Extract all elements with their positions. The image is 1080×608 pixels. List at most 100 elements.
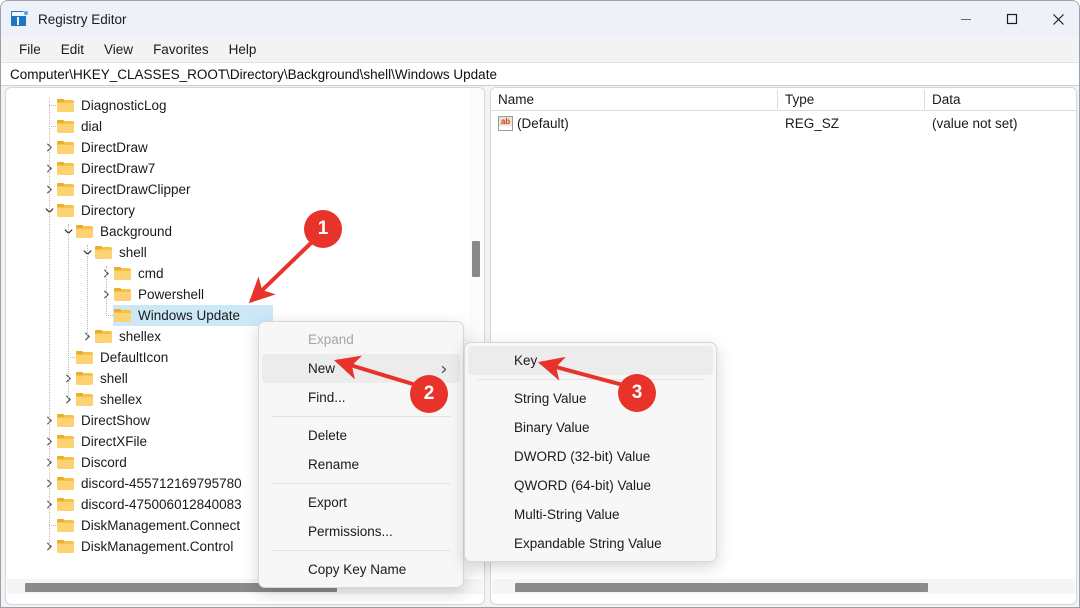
menu-edit[interactable]: Edit bbox=[51, 40, 94, 59]
menu-item-label: Key bbox=[514, 353, 538, 368]
menu-item-qword-64-bit-value[interactable]: QWORD (64-bit) Value bbox=[468, 471, 713, 500]
menu-item-label: Multi-String Value bbox=[514, 507, 620, 522]
folder-icon bbox=[57, 119, 75, 134]
folder-icon bbox=[57, 497, 75, 512]
folder-icon bbox=[57, 182, 75, 197]
minimize-button[interactable] bbox=[943, 1, 989, 37]
tree-item-label: dial bbox=[81, 119, 103, 134]
tree-guide-stub bbox=[49, 126, 56, 127]
menu-item-expandable-string-value[interactable]: Expandable String Value bbox=[468, 529, 713, 558]
menu-view[interactable]: View bbox=[94, 40, 143, 59]
menu-item-binary-value[interactable]: Binary Value bbox=[468, 413, 713, 442]
tree-guide-stub bbox=[68, 357, 75, 358]
menu-separator bbox=[477, 379, 704, 380]
folder-icon bbox=[95, 329, 113, 344]
folder-icon bbox=[76, 371, 94, 386]
folder-icon bbox=[57, 539, 75, 554]
tree-item-label: cmd bbox=[138, 266, 164, 281]
menu-item-label: String Value bbox=[514, 391, 587, 406]
new-submenu[interactable]: Key String Value Binary Value DWORD (32-bit… bbox=[464, 342, 717, 562]
menu-item-label: Permissions... bbox=[308, 524, 393, 539]
folder-icon bbox=[57, 476, 75, 491]
menu-item-multi-string-value[interactable]: Multi-String Value bbox=[468, 500, 713, 529]
string-value-icon: ab bbox=[498, 115, 513, 131]
tree-item-directdrawclipper[interactable]: DirectDrawClipper bbox=[6, 179, 466, 200]
maximize-icon bbox=[1006, 13, 1018, 25]
menu-item-label: Find... bbox=[308, 390, 346, 405]
menu-help[interactable]: Help bbox=[219, 40, 267, 59]
menu-item-label: Binary Value bbox=[514, 420, 590, 435]
tree-guide-stub bbox=[106, 315, 113, 316]
close-button[interactable] bbox=[1035, 1, 1079, 37]
column-header-data[interactable]: Data bbox=[925, 88, 1076, 111]
tree-item-label: DiskManagement.Connect bbox=[81, 518, 241, 533]
context-menu[interactable]: Expand New Find... Delete Rename Export Permis… bbox=[258, 321, 464, 588]
values-horizontal-scrollbar[interactable] bbox=[492, 579, 1075, 594]
tree-item-label: DefaultIcon bbox=[100, 350, 169, 365]
tree-item-label: DirectDraw7 bbox=[81, 161, 156, 176]
tree-item-directdraw7[interactable]: DirectDraw7 bbox=[6, 158, 466, 179]
folder-icon bbox=[114, 308, 132, 323]
menu-item-string-value[interactable]: String Value bbox=[468, 384, 713, 413]
folder-icon bbox=[114, 266, 132, 281]
tree-vscroll-thumb[interactable] bbox=[472, 241, 480, 277]
menu-item-delete[interactable]: Delete bbox=[262, 421, 460, 450]
tree-item-directory[interactable]: Directory bbox=[6, 200, 466, 221]
tree-item-label: discord-475006012840083 bbox=[81, 497, 242, 512]
menu-item-label: Rename bbox=[308, 457, 360, 472]
tree-item-powershell[interactable]: Powershell bbox=[6, 284, 466, 305]
tree-item-label: DiagnosticLog bbox=[81, 98, 167, 113]
folder-icon bbox=[95, 245, 113, 260]
minimize-icon bbox=[961, 19, 971, 20]
column-header-type[interactable]: Type bbox=[778, 88, 924, 111]
tree-item-label: DirectDraw bbox=[81, 140, 148, 155]
menu-item-rename[interactable]: Rename bbox=[262, 450, 460, 479]
table-row[interactable]: ab (Default) REG_SZ (value not set) bbox=[491, 111, 1076, 135]
maximize-button[interactable] bbox=[989, 1, 1035, 37]
menu-item-key[interactable]: Key bbox=[468, 346, 713, 375]
folder-icon bbox=[57, 434, 75, 449]
address-bar[interactable]: Computer\HKEY_CLASSES_ROOT\Directory\Bac… bbox=[1, 62, 1079, 86]
menu-item-copy-key-name[interactable]: Copy Key Name bbox=[262, 555, 460, 584]
tree-guide-stub bbox=[49, 105, 56, 106]
value-data-cell: (value not set) bbox=[932, 115, 1018, 131]
menu-item-label: Copy Key Name bbox=[308, 562, 407, 577]
title-bar: Registry Editor bbox=[1, 1, 1079, 37]
folder-icon bbox=[57, 140, 75, 155]
menu-item-label: QWORD (64-bit) Value bbox=[514, 478, 652, 493]
folder-icon bbox=[76, 224, 94, 239]
menu-file[interactable]: File bbox=[9, 40, 51, 59]
tree-item-diagnosticlog[interactable]: DiagnosticLog bbox=[6, 95, 466, 116]
column-header-name[interactable]: Name bbox=[491, 88, 777, 111]
window-title: Registry Editor bbox=[38, 11, 127, 27]
menu-favorites[interactable]: Favorites bbox=[143, 40, 219, 59]
tree-guide-line bbox=[87, 245, 88, 337]
tree-item-shell[interactable]: shell bbox=[6, 242, 466, 263]
value-type-cell: REG_SZ bbox=[785, 115, 840, 131]
values-column-header: Name Type Data bbox=[491, 88, 1076, 111]
menu-item-export[interactable]: Export bbox=[262, 488, 460, 517]
menu-separator bbox=[271, 416, 451, 417]
tree-item-label: shellex bbox=[100, 392, 143, 407]
folder-icon bbox=[76, 350, 94, 365]
tree-item-label: discord-455712169795780 bbox=[81, 476, 242, 491]
registry-editor-icon bbox=[11, 10, 29, 28]
menu-item-label: Expandable String Value bbox=[514, 536, 662, 551]
tree-item-background[interactable]: Background bbox=[6, 221, 466, 242]
tree-item-label: Windows Update bbox=[138, 308, 241, 323]
tree-item-dial[interactable]: dial bbox=[6, 116, 466, 137]
menu-bar: File Edit View Favorites Help bbox=[1, 37, 1079, 62]
folder-icon bbox=[57, 455, 75, 470]
menu-item-permissions[interactable]: Permissions... bbox=[262, 517, 460, 546]
menu-separator bbox=[271, 483, 451, 484]
folder-icon bbox=[57, 518, 75, 533]
tree-item-directdraw[interactable]: DirectDraw bbox=[6, 137, 466, 158]
value-name-cell[interactable]: ab (Default) bbox=[491, 111, 777, 135]
folder-icon bbox=[114, 287, 132, 302]
values-hscroll-thumb[interactable] bbox=[515, 583, 928, 592]
annotation-badge-1: 1 bbox=[304, 210, 342, 248]
menu-item-dword-32-bit-value[interactable]: DWORD (32-bit) Value bbox=[468, 442, 713, 471]
tree-item-cmd[interactable]: cmd bbox=[6, 263, 466, 284]
tree-item-label: DirectDrawClipper bbox=[81, 182, 191, 197]
tree-item-label: DirectShow bbox=[81, 413, 151, 428]
